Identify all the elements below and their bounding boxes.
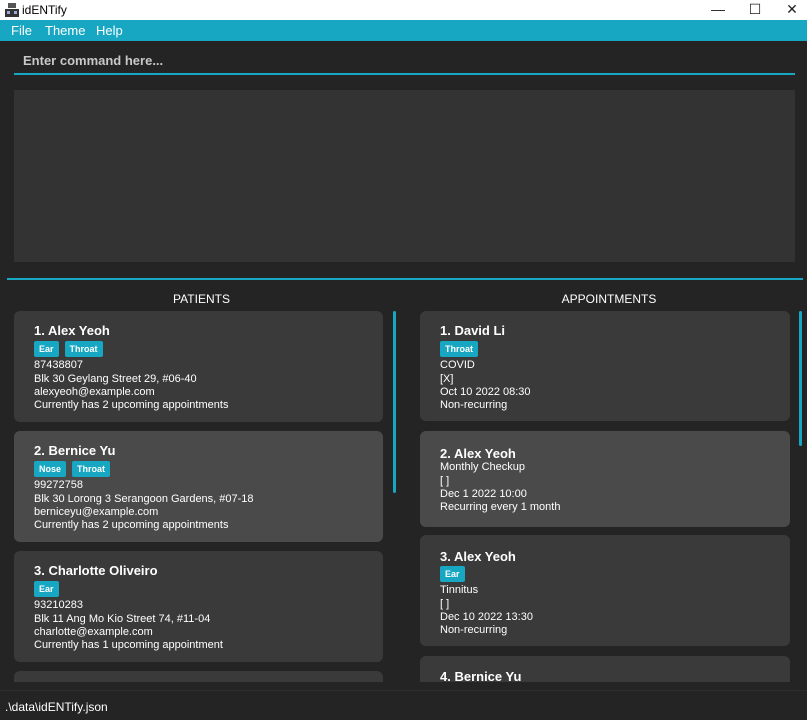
patient-appointment-count: Currently has 2 upcoming appointments bbox=[34, 519, 229, 531]
tag-badge: Ear bbox=[440, 566, 465, 582]
menu-help[interactable]: Help bbox=[96, 23, 123, 38]
tag-badge: Ear bbox=[34, 341, 59, 357]
appointment-datetime: Dec 1 2022 10:00 bbox=[440, 488, 527, 500]
appointment-datetime: Oct 10 2022 08:30 bbox=[440, 386, 531, 398]
appointment-status-mark: [ ] bbox=[440, 475, 450, 487]
menu-theme[interactable]: Theme bbox=[45, 23, 85, 38]
patient-name: 3. Charlotte Oliveiro bbox=[34, 563, 158, 578]
tag-badge: Ear bbox=[34, 581, 59, 597]
patient-address: Blk 30 Geylang Street 29, #06-40 bbox=[34, 373, 197, 385]
appointment-card[interactable]: 3. Alex Yeoh Ear Tinnitus [ ] Dec 10 202… bbox=[420, 535, 790, 646]
patient-address: Blk 30 Lorong 3 Serangoon Gardens, #07-1… bbox=[34, 493, 254, 505]
patients-scrollbar[interactable] bbox=[393, 311, 396, 493]
tag-badge: Throat bbox=[64, 341, 103, 357]
appointment-card[interactable]: 2. Alex Yeoh Monthly Checkup [ ] Dec 1 2… bbox=[420, 431, 790, 527]
patient-tags: Nose Throat bbox=[34, 461, 111, 477]
appointment-tags: Throat bbox=[440, 341, 478, 357]
menu-bar: File Theme Help bbox=[0, 20, 807, 41]
patient-name: 2. Bernice Yu bbox=[34, 443, 116, 458]
app-icon bbox=[5, 3, 19, 17]
appointment-status-mark: [ ] bbox=[440, 598, 450, 610]
menu-file[interactable]: File bbox=[11, 23, 32, 38]
command-box bbox=[14, 48, 795, 75]
patients-title: PATIENTS bbox=[173, 292, 230, 306]
appointment-patient-name: 1. David Li bbox=[440, 323, 506, 338]
title-bar: idENTify — ☐ ✕ bbox=[0, 0, 807, 20]
tag-badge: Throat bbox=[440, 341, 478, 357]
appointment-card[interactable]: 1. David Li Throat COVID [X] Oct 10 2022… bbox=[420, 311, 790, 421]
patient-phone: 99272758 bbox=[34, 479, 83, 491]
appointment-recurrence: Non-recurring bbox=[440, 399, 508, 411]
appointment-patient-name: 2. Alex Yeoh bbox=[440, 446, 516, 461]
patient-address: Blk 11 Ang Mo Kio Street 74, #11-04 bbox=[34, 613, 211, 625]
patient-appointment-count: Currently has 1 upcoming appointment bbox=[34, 639, 223, 651]
save-file-path: .\data\idENTify.json bbox=[5, 700, 108, 714]
appointment-card[interactable]: 4. Bernice Yu bbox=[420, 656, 790, 682]
appointment-recurrence: Non-recurring bbox=[440, 624, 508, 636]
patient-card[interactable]: 3. Charlotte Oliveiro Ear 93210283 Blk 1… bbox=[14, 551, 383, 662]
appointment-datetime: Dec 10 2022 13:30 bbox=[440, 611, 533, 623]
patient-email: berniceyu@example.com bbox=[34, 506, 159, 518]
patient-phone: 87438807 bbox=[34, 359, 83, 371]
tag-badge: Nose bbox=[34, 461, 67, 477]
maximize-button[interactable]: ☐ bbox=[735, 0, 775, 20]
patient-tags: Ear Throat bbox=[34, 341, 103, 357]
patient-card[interactable]: 1. Alex Yeoh Ear Throat 87438807 Blk 30 … bbox=[14, 311, 383, 422]
patient-card-partial[interactable] bbox=[14, 671, 383, 682]
patient-email: alexyeoh@example.com bbox=[34, 386, 155, 398]
appointment-status-mark: [X] bbox=[440, 373, 454, 385]
appointment-tags: Ear bbox=[440, 566, 465, 582]
window-title: idENTify bbox=[22, 3, 67, 17]
appointment-patient-name: 3. Alex Yeoh bbox=[440, 549, 516, 564]
minimize-button[interactable]: — bbox=[698, 0, 738, 20]
appointment-patient-name: 4. Bernice Yu bbox=[440, 669, 522, 682]
close-button[interactable]: ✕ bbox=[772, 0, 807, 20]
patient-phone: 93210283 bbox=[34, 599, 83, 611]
appointments-scrollbar[interactable] bbox=[799, 311, 802, 446]
appointment-reason: COVID bbox=[440, 359, 475, 371]
result-display[interactable] bbox=[14, 90, 795, 262]
appointments-title: APPOINTMENTS bbox=[561, 292, 657, 306]
appointment-reason: Monthly Checkup bbox=[440, 461, 525, 473]
command-input[interactable] bbox=[14, 48, 795, 72]
appointment-reason: Tinnitus bbox=[440, 584, 479, 596]
patient-name: 1. Alex Yeoh bbox=[34, 323, 110, 338]
appointment-recurrence: Recurring every 1 month bbox=[440, 501, 561, 513]
patient-email: charlotte@example.com bbox=[34, 626, 153, 638]
section-divider bbox=[7, 278, 803, 280]
patient-appointment-count: Currently has 2 upcoming appointments bbox=[34, 399, 229, 411]
patient-tags: Ear bbox=[34, 581, 59, 597]
status-bar: .\data\idENTify.json bbox=[0, 690, 807, 720]
tag-badge: Throat bbox=[72, 461, 111, 477]
patient-card[interactable]: 2. Bernice Yu Nose Throat 99272758 Blk 3… bbox=[14, 431, 383, 542]
